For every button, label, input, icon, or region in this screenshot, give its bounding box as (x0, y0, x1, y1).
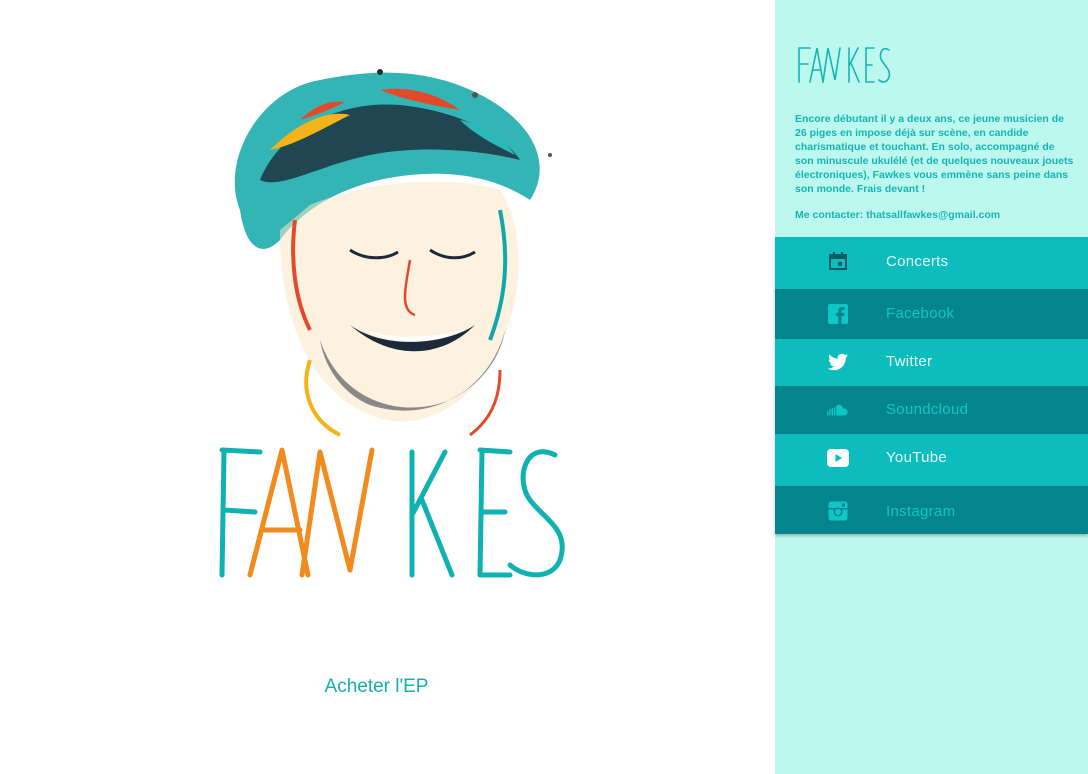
nav-label-instagram: Instagram (886, 503, 956, 520)
main-content: Acheter l'EP (0, 0, 775, 774)
nav-label-facebook: Facebook (886, 305, 955, 322)
calendar-icon (827, 250, 849, 272)
nav-item-twitter[interactable]: Twitter (775, 339, 1088, 386)
buy-ep-link[interactable]: Acheter l'EP (0, 676, 753, 698)
fawkes-small-logo[interactable] (796, 42, 896, 86)
nav-label-twitter: Twitter (886, 353, 933, 370)
twitter-icon (827, 351, 849, 373)
portrait-face (280, 181, 519, 437)
nav-item-facebook[interactable]: Facebook (775, 289, 1088, 339)
nav-item-instagram[interactable]: Instagram (775, 486, 1088, 534)
artist-bio: Encore débutant il y a deux ans, ce jeun… (795, 113, 1074, 195)
facebook-icon (827, 303, 849, 325)
nav-item-concerts[interactable]: Concerts (775, 237, 1088, 289)
youtube-icon (827, 447, 849, 469)
soundcloud-icon (827, 399, 849, 421)
contact-email[interactable]: Me contacter: thatsallfawkes@gmail.com (795, 208, 1080, 222)
nav-item-soundcloud[interactable]: Soundcloud (775, 386, 1088, 434)
nav-label-soundcloud: Soundcloud (886, 401, 969, 418)
nav-label-concerts: Concerts (886, 253, 949, 270)
instagram-icon (827, 500, 849, 522)
nav-label-youtube: YouTube (886, 449, 948, 466)
fawkes-large-logo (219, 447, 565, 578)
nav-item-youtube[interactable]: YouTube (775, 434, 1088, 486)
artist-portrait-artwork (219, 69, 565, 578)
